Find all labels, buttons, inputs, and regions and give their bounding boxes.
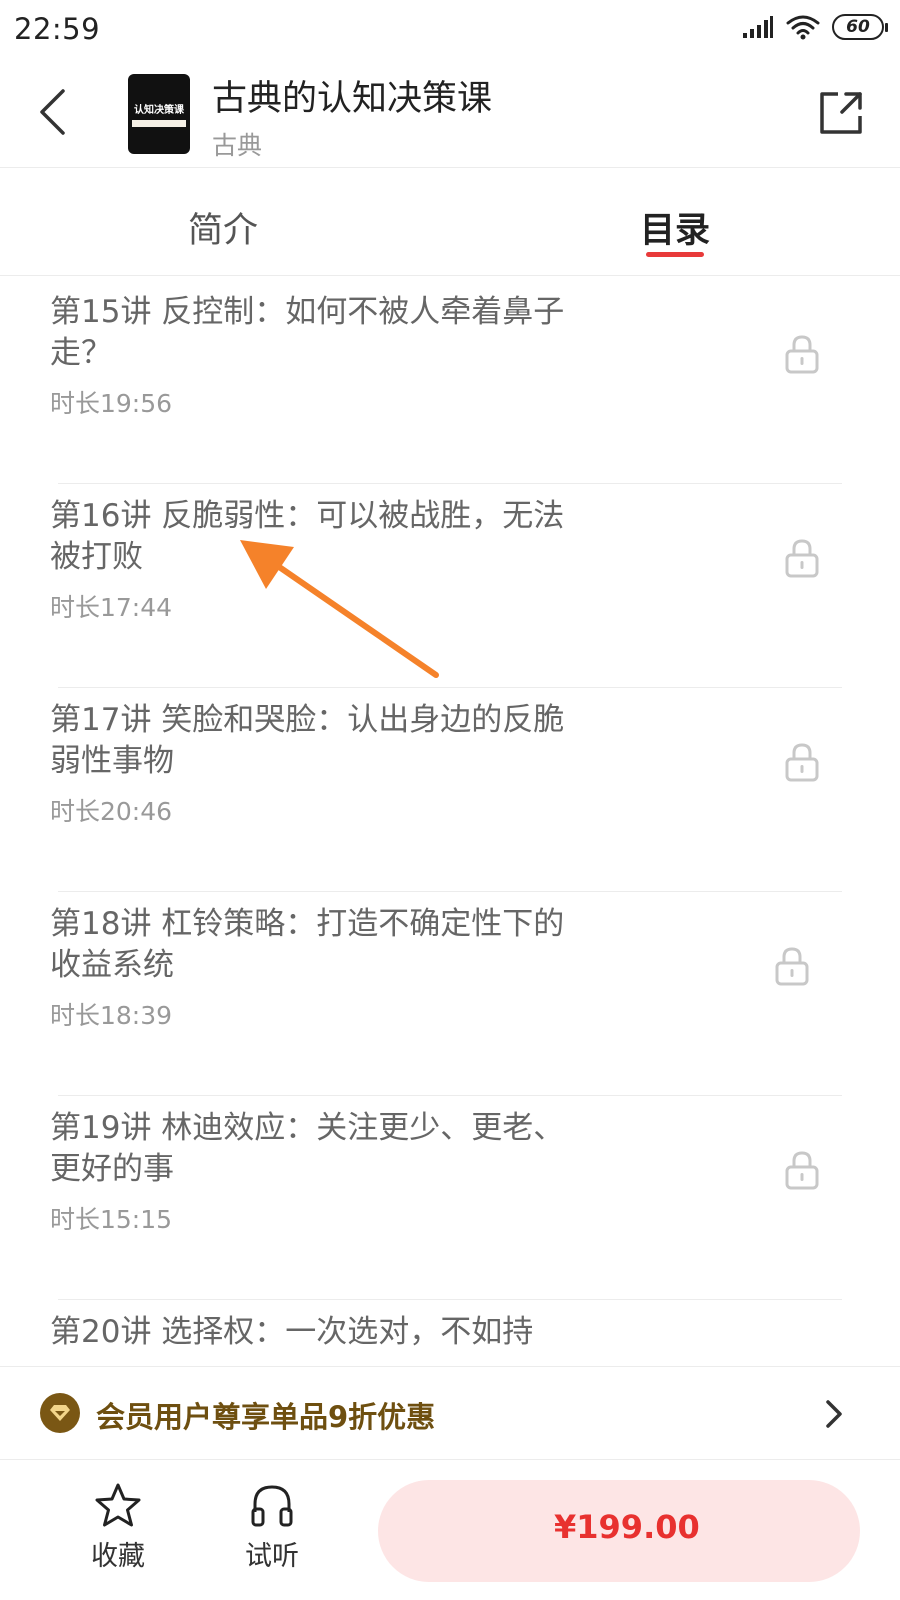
lesson-item-17[interactable]: 第17讲 笑脸和哭脸：认出身边的反脆弱性事物 时长20:46 <box>0 684 900 892</box>
share-icon <box>820 92 862 134</box>
lesson-item-19[interactable]: 第19讲 林迪效应：关注更少、更老、更好的事 时长15:15 <box>0 1092 900 1300</box>
wifi-icon <box>786 15 820 40</box>
lesson-duration: 时长18:39 <box>50 1001 173 1030</box>
page-title: 古典的认知决策课 <box>212 79 493 119</box>
tab-intro[interactable]: 简介 <box>188 202 258 253</box>
lesson-duration: 时长20:46 <box>50 797 173 826</box>
headphones-icon <box>251 1485 293 1527</box>
lock-icon <box>785 335 819 374</box>
author-name: 古典 <box>212 131 263 160</box>
star-icon <box>95 1483 141 1527</box>
battery-icon: 60 <box>832 14 888 40</box>
trial-listen-label: 试听 <box>245 1541 299 1572</box>
lesson-list: 第15讲 反控制：如何不被人牵着鼻子走？ 时长19:56 第16讲 反脆弱性：可… <box>0 276 900 1366</box>
chevron-left-icon <box>40 89 65 135</box>
lock-icon <box>785 1151 819 1190</box>
member-discount-text: 会员用户尊享单品9折优惠 <box>96 1400 436 1434</box>
lesson-title: 第15讲 反控制：如何不被人牵着鼻子走？ <box>50 294 565 371</box>
member-discount-bar[interactable]: 会员用户尊享单品9折优惠 <box>0 1366 900 1460</box>
cover-title: 认知决策课 <box>134 105 184 116</box>
lesson-item-20[interactable]: 第20讲 选择权：一次选对，不如持 <box>0 1296 900 1366</box>
vip-diamond-icon <box>40 1393 80 1433</box>
cover-stripe <box>132 120 186 127</box>
lock-icon <box>775 947 809 986</box>
tab-catalog[interactable]: 目录 <box>640 202 710 253</box>
lesson-duration: 时长17:44 <box>50 593 173 622</box>
lesson-title: 第20讲 选择权：一次选对，不如持 <box>50 1314 534 1350</box>
lock-icon <box>785 743 819 782</box>
lesson-duration: 时长19:56 <box>50 389 173 418</box>
lesson-item-15[interactable]: 第15讲 反控制：如何不被人牵着鼻子走？ 时长19:56 <box>0 276 900 484</box>
lock-icon <box>785 539 819 578</box>
header: 认知决策课 古典的认知决策课 古典 <box>0 62 900 168</box>
back-button[interactable] <box>28 80 76 144</box>
lesson-duration: 时长15:15 <box>50 1205 173 1234</box>
favorite-button[interactable]: 收藏 <box>68 1482 168 1573</box>
lesson-item-18[interactable]: 第18讲 杠铃策略：打造不确定性下的收益系统 时长18:39 <box>0 888 900 1096</box>
course-cover: 认知决策课 <box>128 74 190 154</box>
lesson-title: 第17讲 笑脸和哭脸：认出身边的反脆弱性事物 <box>50 702 565 779</box>
signal-icon <box>743 16 773 38</box>
favorite-label: 收藏 <box>91 1541 145 1572</box>
active-tab-indicator <box>646 252 704 257</box>
trial-listen-button[interactable]: 试听 <box>222 1482 322 1573</box>
lesson-title: 第19讲 林迪效应：关注更少、更老、更好的事 <box>50 1110 565 1187</box>
status-time: 22:59 <box>14 12 101 46</box>
lesson-title: 第16讲 反脆弱性：可以被战胜，无法被打败 <box>50 498 565 575</box>
buy-button[interactable]: ¥199.00 <box>378 1480 860 1582</box>
price-label: ¥199.00 <box>554 1508 700 1546</box>
lesson-title: 第18讲 杠铃策略：打造不确定性下的收益系统 <box>50 906 565 983</box>
status-bar: 22:59 60 <box>0 0 900 62</box>
chevron-right-icon <box>826 1400 842 1428</box>
tab-bar: 简介 目录 <box>0 168 900 276</box>
status-icons: 60 <box>742 14 888 40</box>
bottom-action-bar: 收藏 试听 ¥199.00 <box>0 1460 900 1600</box>
lesson-item-16[interactable]: 第16讲 反脆弱性：可以被战胜，无法被打败 时长17:44 <box>0 480 900 688</box>
share-button[interactable] <box>816 88 866 138</box>
